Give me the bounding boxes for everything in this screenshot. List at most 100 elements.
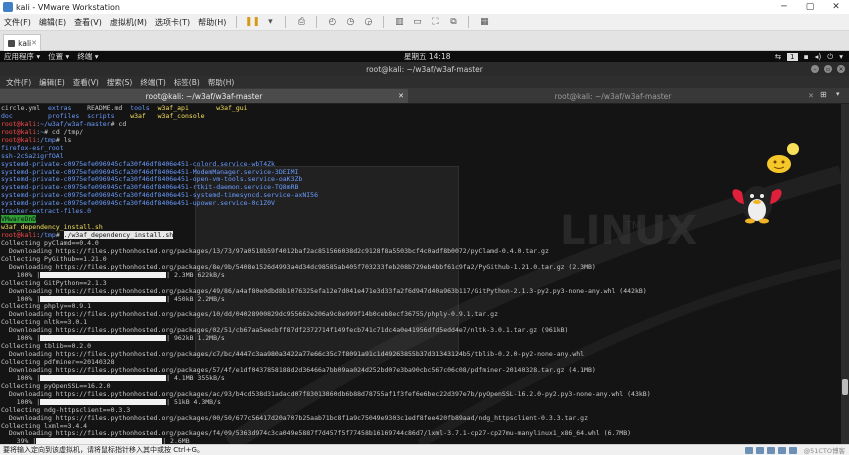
progress-bar bbox=[40, 374, 167, 381]
terminal-text: Downloading https://files.pythonhosted.o… bbox=[1, 350, 585, 359]
places-menu[interactable]: 位置 ▾ bbox=[44, 51, 73, 62]
terminal-menu-edit[interactable]: 编辑(E) bbox=[35, 77, 69, 88]
terminal-menu-help[interactable]: 帮助(H) bbox=[204, 77, 239, 88]
menu-edit[interactable]: 编辑(E) bbox=[35, 17, 70, 28]
fullscreen-icon[interactable]: ⛶ bbox=[428, 16, 442, 28]
terminal-text: 100% | bbox=[1, 373, 41, 382]
terminal-text: w3af_api bbox=[157, 104, 189, 112]
terminal-minimize-icon[interactable]: – bbox=[811, 65, 819, 73]
terminal-text: root@kali bbox=[1, 127, 37, 136]
terminal-maximize-icon[interactable]: ▫ bbox=[824, 65, 832, 73]
terminal-line: Downloading https://files.pythonhosted.o… bbox=[1, 287, 651, 296]
terminal-text: Collecting ndg-httpsclient==0.3.3 bbox=[1, 405, 131, 414]
chevron-down-icon[interactable]: ▾ bbox=[839, 52, 843, 61]
close-icon[interactable]: ✕ bbox=[823, 0, 849, 14]
new-tab-icon[interactable]: ⊞ bbox=[820, 90, 827, 99]
terminal-menu-tabs[interactable]: 标签(B) bbox=[170, 77, 204, 88]
terminal-menu-bar: 文件(F) 编辑(E) 查看(V) 搜索(S) 终端(T) 标签(B) 帮助(H… bbox=[0, 76, 849, 88]
sound-status-icon[interactable] bbox=[788, 446, 797, 454]
revert-snapshot-icon[interactable]: ◷ bbox=[343, 16, 357, 28]
terminal-text: Collecting GitPython==2.1.3 bbox=[1, 278, 107, 287]
menu-help[interactable]: 帮助(H) bbox=[194, 17, 230, 28]
terminal-menu-view[interactable]: 查看(V) bbox=[69, 77, 103, 88]
terminal-line: Downloading https://files.pythonhosted.o… bbox=[1, 262, 651, 272]
toolbar-separator bbox=[285, 16, 287, 28]
network-status-icon[interactable] bbox=[766, 446, 775, 454]
snapshot-manager-icon[interactable]: ◶ bbox=[361, 16, 375, 28]
pause-icon[interactable]: ❚❚ bbox=[245, 16, 260, 28]
terminal-text: Collecting PyGithub==1.21.0 bbox=[1, 254, 107, 263]
cdrom-status-icon[interactable] bbox=[755, 446, 764, 454]
volume-icon[interactable]: ◂) bbox=[815, 52, 822, 61]
terminal-text: circle.yml bbox=[1, 104, 48, 112]
workspace-indicator[interactable]: 1 bbox=[787, 52, 798, 61]
terminal-line: root@kali:/tmp# ls bbox=[1, 136, 651, 145]
terminal-text: Collecting lxml==3.4.4 bbox=[1, 421, 88, 430]
usb-status-icon[interactable] bbox=[777, 446, 786, 454]
terminal-text: # cd /tmp/ bbox=[44, 127, 84, 136]
terminal-tab-strip: root@kali: ~/w3af/w3af-master ✕ root@kal… bbox=[0, 88, 849, 104]
send-keys-icon[interactable]: ⎙ bbox=[294, 16, 308, 28]
terminal-text: 100% | bbox=[1, 334, 41, 343]
progress-bar bbox=[40, 398, 167, 405]
applications-menu[interactable]: 应用程序 ▾ bbox=[0, 51, 44, 62]
minimize-icon[interactable]: ─ bbox=[771, 0, 797, 14]
kali-top-panel: 应用程序 ▾ 位置 ▾ 终端 ▾ 星期五 14:18 ⇆ 1 ▪ ◂) ⏻ ▾ bbox=[0, 51, 849, 62]
terminal-text: Collecting pyOpenSSL==16.2.0 bbox=[1, 381, 111, 390]
hdd-status-icon[interactable] bbox=[744, 446, 753, 454]
toolbar-separator bbox=[468, 16, 470, 28]
menu-view[interactable]: 查看(V) bbox=[70, 17, 106, 28]
terminal-text: Collecting nltk==3.0.1 bbox=[1, 318, 88, 327]
terminal-text: profiles bbox=[47, 111, 80, 120]
menu-tabs[interactable]: 选项卡(T) bbox=[151, 17, 194, 28]
terminal-text: tracker-extract-files.0 bbox=[1, 207, 92, 216]
library-icon[interactable]: ▦ bbox=[477, 16, 491, 28]
terminal-text: 39% | bbox=[1, 437, 37, 444]
video-icon[interactable]: ▪ bbox=[804, 52, 809, 61]
unity-icon[interactable]: ⧉ bbox=[446, 16, 460, 28]
tab-list-icon[interactable]: ▾ bbox=[836, 90, 840, 98]
console-view-icon[interactable]: ▭ bbox=[410, 16, 424, 28]
terminal-text: | 2.6MB bbox=[162, 437, 190, 444]
terminal-line: Downloading https://files.pythonhosted.o… bbox=[1, 326, 651, 335]
scrollbar-thumb[interactable] bbox=[842, 379, 848, 395]
terminal-text: Downloading https://files.pythonhosted.o… bbox=[1, 429, 632, 438]
terminal-text: /tmp bbox=[40, 231, 56, 239]
dropdown-icon[interactable]: ▾ bbox=[263, 16, 277, 28]
terminal-tab-1[interactable]: root@kali: ~/w3af/w3af-master ✕ bbox=[0, 89, 408, 103]
maximize-icon[interactable]: ▢ bbox=[797, 0, 823, 14]
toolbar-separator bbox=[383, 16, 385, 28]
terminal-text: | 450kB 2.2MB/s bbox=[166, 294, 225, 303]
terminal-text: | 51kB 4.3MB/s bbox=[166, 397, 221, 406]
menu-vm[interactable]: 虚拟机(M) bbox=[106, 17, 151, 28]
snapshot-icon[interactable]: ◴ bbox=[325, 16, 339, 28]
terminal-app-menu[interactable]: 终端 ▾ bbox=[73, 51, 102, 62]
terminal-output[interactable]: LINUX TM circle.yml extras README.md too… bbox=[0, 104, 841, 444]
terminal-text: systemd-private-c0975efe096945cfa30f46df… bbox=[1, 167, 299, 176]
close-tab-icon[interactable]: ✕ bbox=[808, 92, 814, 100]
terminal-line: Downloading https://files.pythonhosted.o… bbox=[1, 390, 651, 399]
terminal-tab-2[interactable]: root@kali: ~/w3af/w3af-master ✕ bbox=[408, 89, 818, 103]
power-icon[interactable]: ⏻ bbox=[827, 52, 833, 62]
panel-clock[interactable]: 星期五 14:18 bbox=[404, 51, 451, 62]
terminal-scrollbar[interactable] bbox=[841, 104, 849, 444]
vm-tab-kali[interactable]: kali ✕ bbox=[3, 34, 41, 51]
terminal-text: ./w3af_dependency_install.sh bbox=[63, 231, 174, 239]
sidebar-toggle-icon[interactable]: ▥ bbox=[392, 16, 406, 28]
terminal-menu-terminal[interactable]: 终端(T) bbox=[136, 77, 169, 88]
terminal-menu-search[interactable]: 搜索(S) bbox=[103, 77, 137, 88]
qq-penguin-icon bbox=[732, 186, 782, 224]
window-title: kali - VMware Workstation bbox=[16, 2, 120, 12]
close-tab-icon[interactable]: ✕ bbox=[31, 39, 37, 47]
terminal-text: root@kali bbox=[1, 231, 37, 239]
menu-file[interactable]: 文件(F) bbox=[0, 17, 35, 28]
terminal-close-icon[interactable]: ✕ bbox=[837, 65, 845, 73]
terminal-text: Downloading https://files.pythonhosted.o… bbox=[1, 262, 596, 271]
terminal-text: | 962kB 1.2MB/s bbox=[166, 334, 225, 343]
terminal-line: Downloading https://files.pythonhosted.o… bbox=[1, 414, 651, 423]
network-icon[interactable]: ⇆ bbox=[775, 52, 781, 61]
close-tab-icon[interactable]: ✕ bbox=[398, 92, 404, 100]
terminal-menu-file[interactable]: 文件(F) bbox=[2, 77, 35, 88]
